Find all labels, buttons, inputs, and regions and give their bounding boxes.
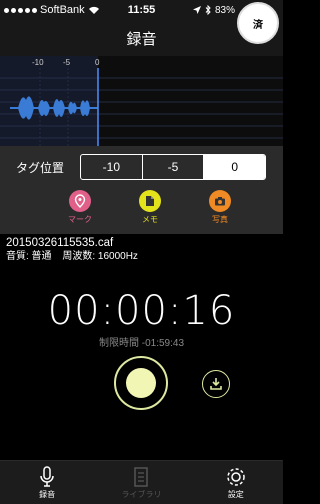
waveform-view[interactable]: -10 -5 0 <box>0 56 283 146</box>
tab-library[interactable]: ライブラリ <box>94 461 188 504</box>
record-icon <box>126 368 156 398</box>
pin-icon <box>69 190 91 212</box>
memo-icon <box>139 190 161 212</box>
tick-label-minus5: -5 <box>63 58 71 67</box>
library-icon <box>133 465 149 489</box>
tick-label-zero: 0 <box>95 58 100 67</box>
memo-button[interactable]: メモ <box>130 190 170 225</box>
page-title: 録音 <box>126 30 157 48</box>
mark-label: マーク <box>68 215 92 224</box>
mark-button[interactable]: マーク <box>60 190 100 225</box>
carrier-name: SoftBank <box>40 4 85 16</box>
tag-option-minus10[interactable]: -10 <box>81 155 143 179</box>
microphone-icon <box>39 465 55 489</box>
wifi-icon <box>88 6 99 14</box>
download-icon <box>210 378 222 390</box>
tab-settings[interactable]: 設定 <box>189 461 283 504</box>
signal-strength-icon <box>4 7 37 13</box>
file-name: 20150326115535.caf <box>6 237 114 249</box>
tick-label-minus10: -10 <box>32 58 44 67</box>
tab-record-label: 録音 <box>39 490 56 499</box>
tab-settings-label: 設定 <box>227 490 244 499</box>
tag-option-zero[interactable]: 0 <box>204 155 265 179</box>
bluetooth-icon <box>205 5 211 15</box>
sample-frequency: 周波数: 16000Hz <box>62 251 138 262</box>
gear-icon <box>225 465 247 489</box>
waveform-svg: -10 -5 0 <box>0 56 283 146</box>
watermark-text: 済 <box>253 19 263 31</box>
audio-quality: 音質: 普通 <box>6 251 52 262</box>
tag-position-selector[interactable]: -10 -5 0 <box>80 154 266 180</box>
tag-position-label: タグ位置 <box>15 160 64 175</box>
watermark-logo: 済 <box>237 2 279 44</box>
file-info: 20150326115535.caf 音質: 普通 周波数: 16000Hz <box>6 236 138 264</box>
battery-percent: 83% <box>214 4 235 16</box>
tab-bar: 録音 ライブラリ 設定 <box>0 460 283 504</box>
tag-option-minus5[interactable]: -5 <box>143 155 205 179</box>
save-button[interactable] <box>202 370 230 398</box>
location-icon <box>192 6 201 14</box>
tab-record[interactable]: 録音 <box>0 461 94 504</box>
time-limit: 制限時間 -01:59:43 <box>98 338 185 349</box>
memo-label: メモ <box>142 215 158 224</box>
record-button[interactable] <box>114 356 168 410</box>
tab-library-label: ライブラリ <box>121 490 162 499</box>
tag-panel: タグ位置 -10 -5 0 マーク メモ 写真 <box>0 146 283 234</box>
camera-icon <box>209 190 231 212</box>
elapsed-timer: 00:00:16 <box>47 288 236 334</box>
photo-label: 写真 <box>212 215 228 224</box>
photo-button[interactable]: 写真 <box>200 190 240 225</box>
